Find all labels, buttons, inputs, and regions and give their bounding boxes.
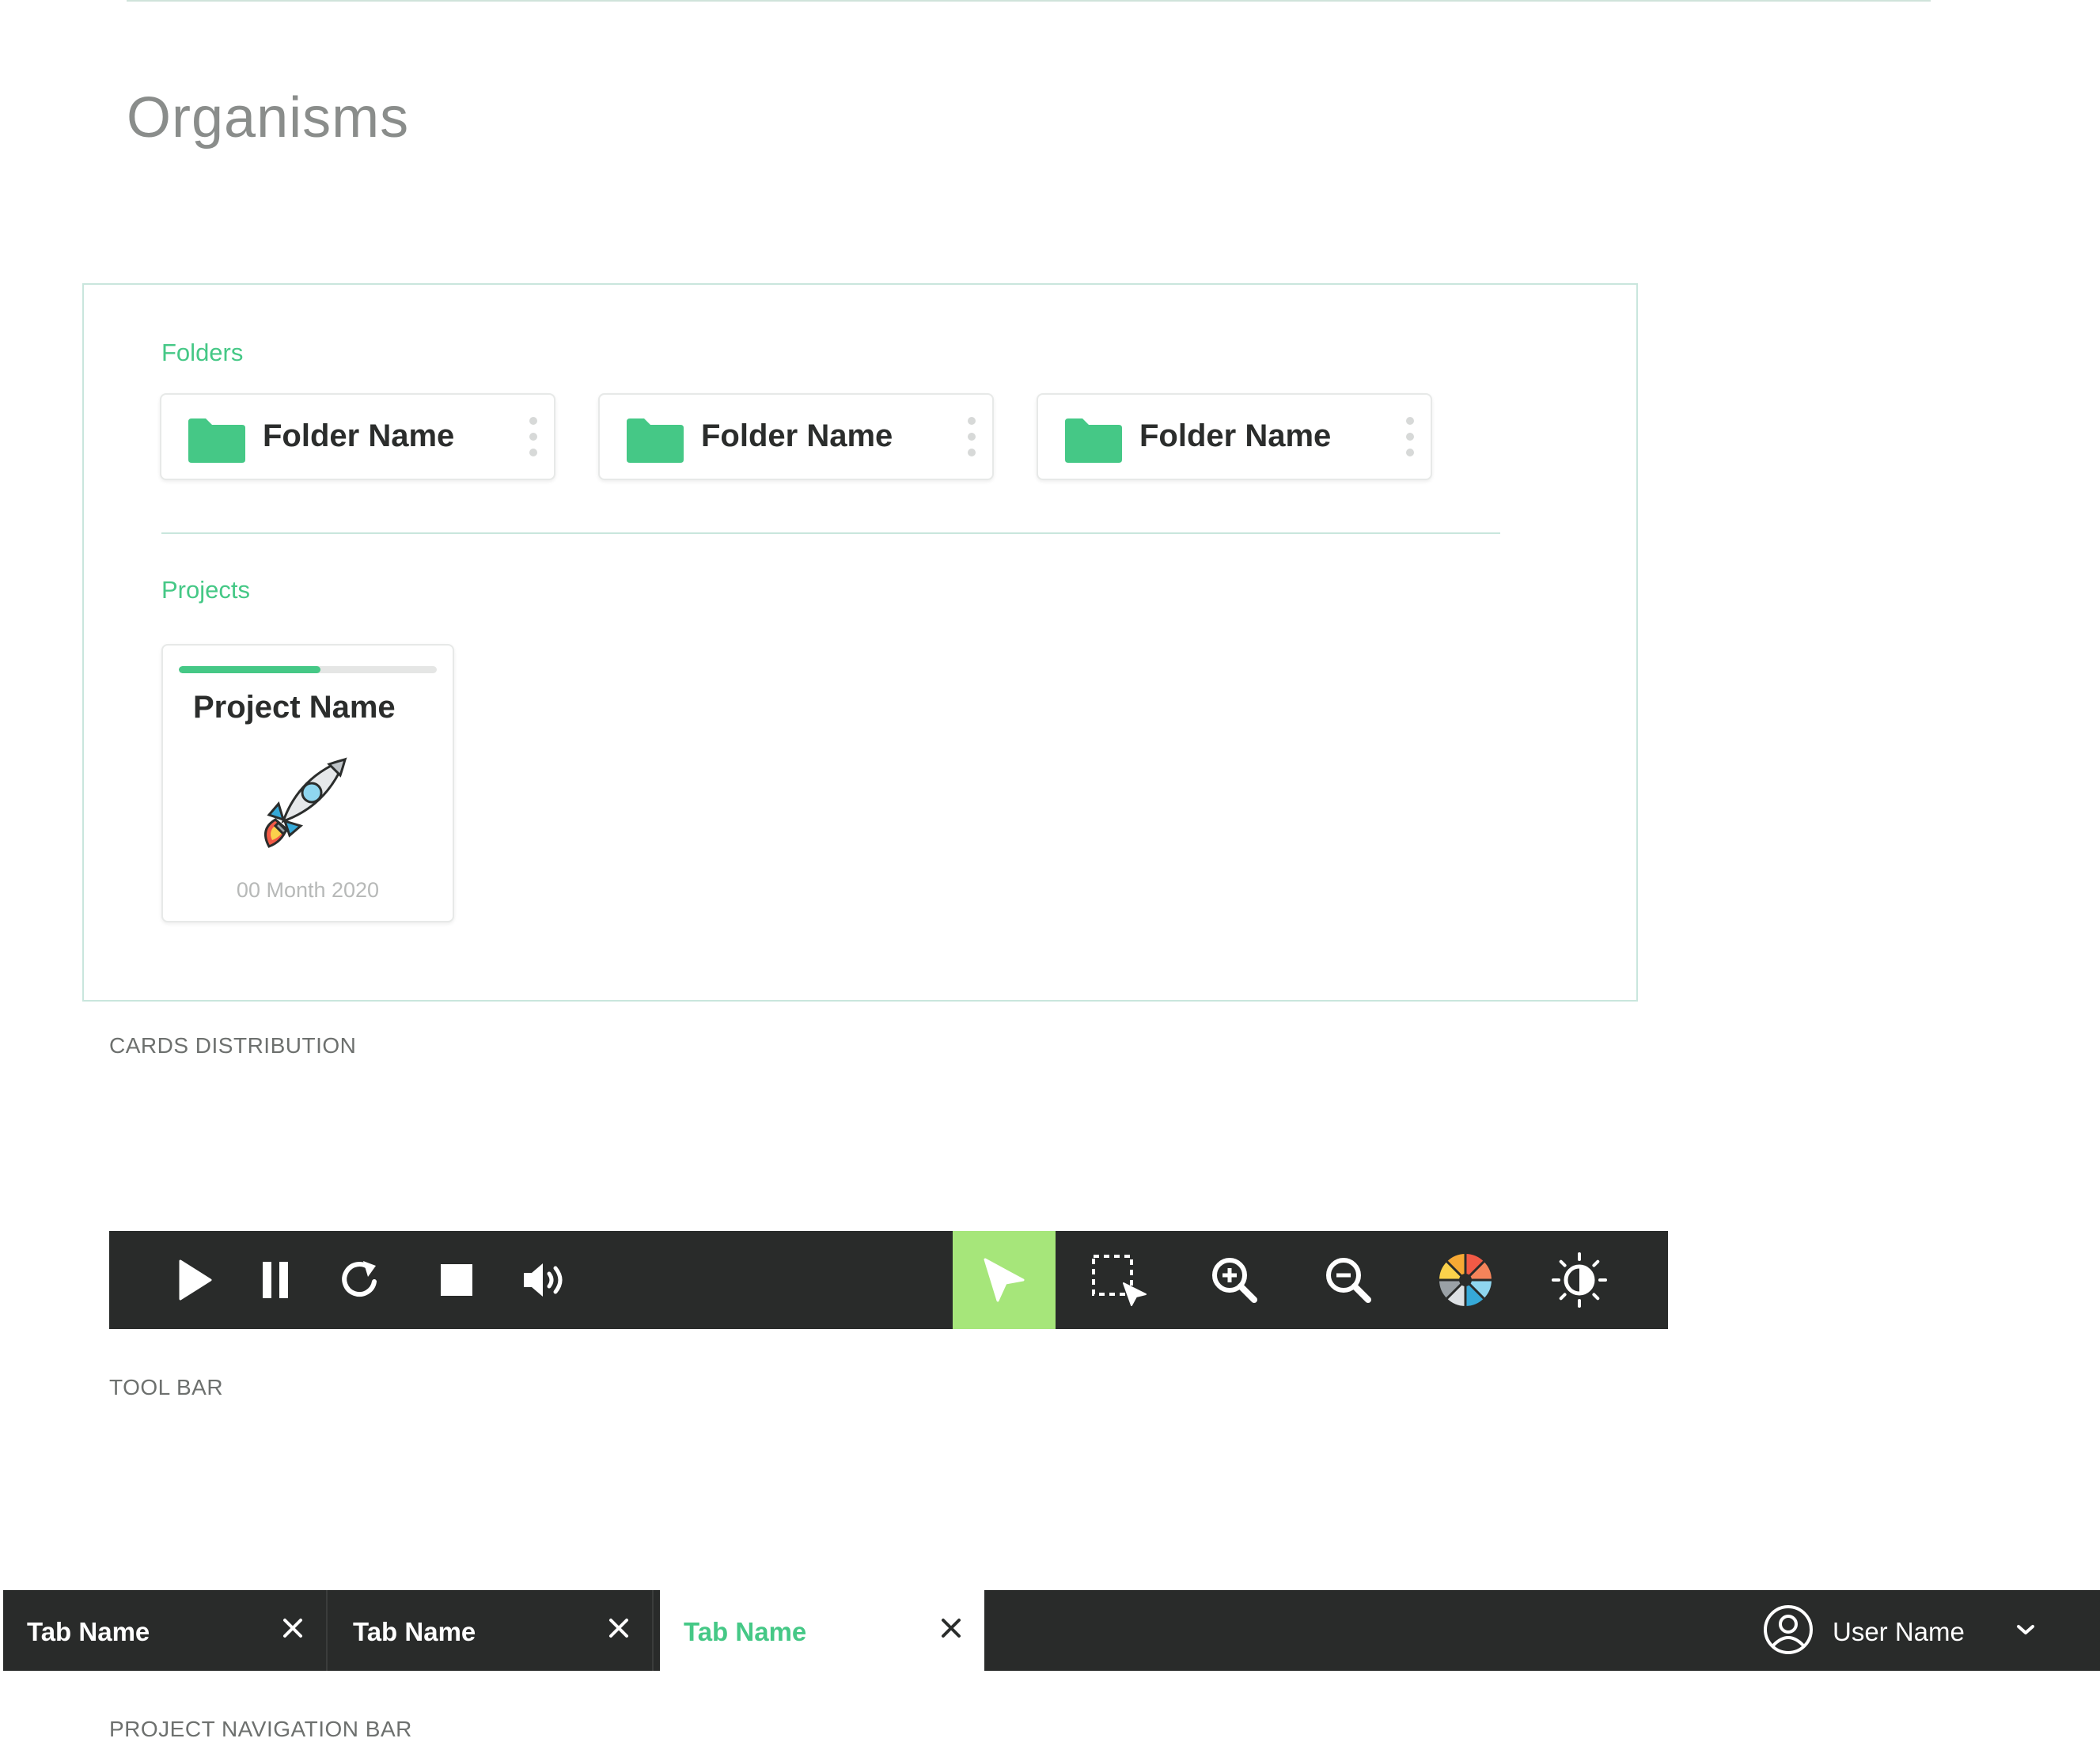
folders-section-label: Folders <box>161 339 244 366</box>
close-icon[interactable] <box>282 1617 304 1639</box>
page-title: Organisms <box>127 86 410 150</box>
tab-active[interactable]: Tab Name <box>660 1590 984 1671</box>
zoom-in-button[interactable] <box>1196 1231 1272 1329</box>
brightness-button[interactable] <box>1540 1231 1619 1329</box>
folder-card[interactable]: Folder Name <box>1037 393 1432 480</box>
project-date: 00 Month 2020 <box>236 878 380 902</box>
zoom-out-icon <box>1326 1258 1371 1303</box>
brightness-icon <box>1552 1252 1607 1308</box>
folder-name: Folder Name <box>1139 418 1332 453</box>
zoom-in-icon <box>1212 1258 1257 1303</box>
volume-button[interactable] <box>506 1231 586 1329</box>
play-icon <box>179 1259 212 1301</box>
navigation-bar-caption: PROJECT NAVIGATION BAR <box>109 1717 412 1741</box>
rocket-icon <box>264 757 347 848</box>
folder-icon <box>627 418 684 463</box>
color-wheel-icon <box>1439 1254 1492 1306</box>
project-progress-bar <box>179 666 437 673</box>
toolbar-caption: TOOL BAR <box>109 1375 224 1399</box>
cursor-tool-button[interactable] <box>953 1231 1056 1329</box>
more-options-icon[interactable] <box>967 417 976 460</box>
zoom-out-button[interactable] <box>1310 1231 1386 1329</box>
tab[interactable]: Tab Name <box>3 1590 328 1671</box>
project-navigation-bar: Tab Name Tab Name Tab Name User Name <box>3 1590 2100 1671</box>
top-divider <box>127 0 1931 2</box>
cards-distribution-caption: CARDS DISTRIBUTION <box>109 1033 357 1058</box>
toolbar <box>109 1231 1668 1329</box>
folder-name: Folder Name <box>701 418 893 453</box>
stop-icon <box>441 1264 472 1296</box>
user-avatar-icon <box>1764 1605 1813 1654</box>
pause-button[interactable] <box>244 1231 307 1329</box>
color-wheel-button[interactable] <box>1426 1231 1505 1329</box>
chevron-down-icon[interactable] <box>2016 1623 2035 1636</box>
select-area-button[interactable] <box>1079 1231 1162 1329</box>
close-icon[interactable] <box>940 1617 962 1639</box>
progress-fill <box>179 666 321 673</box>
folder-name: Folder Name <box>263 418 455 453</box>
projects-section-label: Projects <box>161 576 250 604</box>
project-name: Project Name <box>193 690 396 725</box>
refresh-icon <box>342 1261 377 1297</box>
more-options-icon[interactable] <box>1405 417 1415 460</box>
refresh-button[interactable] <box>324 1231 396 1329</box>
stop-button[interactable] <box>421 1231 492 1329</box>
project-card[interactable]: Project Name 00 Month 2020 <box>161 644 454 922</box>
tab-label: Tab Name <box>684 1617 807 1646</box>
cursor-icon <box>984 1258 1025 1302</box>
user-menu[interactable]: User Name <box>1758 1590 2059 1671</box>
tab[interactable]: Tab Name <box>329 1590 654 1671</box>
volume-icon <box>524 1263 563 1297</box>
pause-icon <box>263 1262 288 1298</box>
section-divider <box>161 532 1500 534</box>
folder-icon <box>1065 418 1122 463</box>
close-icon[interactable] <box>608 1617 630 1639</box>
tab-label: Tab Name <box>353 1617 476 1646</box>
more-options-icon[interactable] <box>529 417 538 460</box>
play-button[interactable] <box>163 1231 226 1329</box>
folder-icon <box>188 418 245 463</box>
folder-card[interactable]: Folder Name <box>598 393 994 480</box>
select-area-icon <box>1092 1255 1147 1306</box>
tab-label: Tab Name <box>27 1617 150 1646</box>
folder-card[interactable]: Folder Name <box>160 393 555 480</box>
user-name: User Name <box>1833 1617 1965 1646</box>
